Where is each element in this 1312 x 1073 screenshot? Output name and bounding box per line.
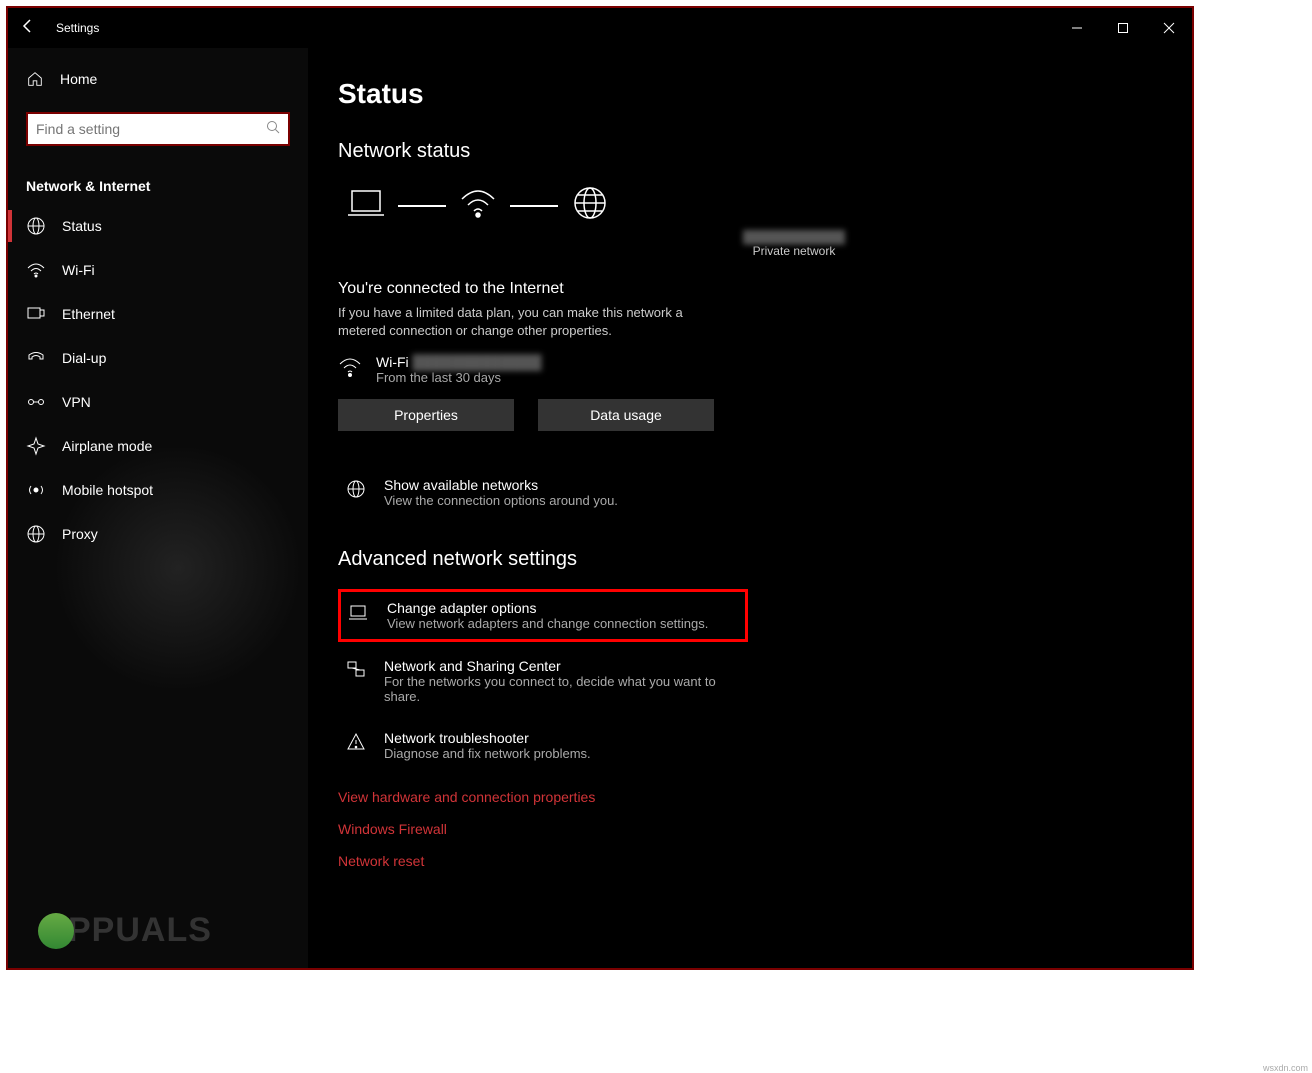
page-title: Status — [338, 78, 1162, 110]
adapter-icon — [349, 600, 371, 627]
connection-sub: From the last 30 days — [376, 370, 542, 385]
close-button[interactable] — [1146, 8, 1192, 48]
sidebar-item-dialup[interactable]: Dial-up — [8, 336, 308, 380]
ethernet-icon — [26, 304, 46, 324]
nav-label: Ethernet — [62, 306, 115, 322]
sidebar-item-wifi[interactable]: Wi-Fi — [8, 248, 308, 292]
main-pane: Status Network status ████████████ Priva… — [308, 48, 1192, 968]
nav-label: Dial-up — [62, 350, 106, 366]
sidebar-item-hotspot[interactable]: Mobile hotspot — [8, 468, 308, 512]
wifi-node-icon — [456, 185, 500, 226]
reset-link[interactable]: Network reset — [338, 853, 1162, 869]
troubleshooter-option[interactable]: Network troubleshooter Diagnose and fix … — [338, 720, 748, 771]
option-sub: View the connection options around you. — [384, 493, 618, 508]
search-box[interactable] — [26, 112, 290, 146]
maximize-button[interactable] — [1100, 8, 1146, 48]
nav-label: Airplane mode — [62, 438, 152, 454]
sidebar-category: Network & Internet — [8, 160, 308, 204]
option-title: Change adapter options — [387, 600, 708, 616]
hotspot-icon — [26, 480, 46, 500]
dialup-icon — [26, 348, 46, 368]
settings-window: Settings Home Network & Internet Sta — [6, 6, 1194, 970]
proxy-icon — [26, 524, 46, 544]
nav-label: Wi-Fi — [62, 262, 95, 278]
search-input[interactable] — [36, 121, 266, 137]
network-diagram — [344, 185, 1162, 226]
option-title: Network troubleshooter — [384, 730, 591, 746]
option-sub: Diagnose and fix network problems. — [384, 746, 591, 761]
change-adapter-option[interactable]: Change adapter options View network adap… — [338, 589, 748, 642]
connection-name: Wi-Fi — [376, 354, 409, 370]
sidebar-item-status[interactable]: Status — [8, 204, 308, 248]
nav-label: VPN — [62, 394, 91, 410]
option-title: Network and Sharing Center — [384, 658, 740, 674]
warning-icon — [346, 730, 368, 757]
globe-icon — [346, 477, 368, 504]
home-label: Home — [60, 71, 97, 87]
hardware-link[interactable]: View hardware and connection properties — [338, 789, 1162, 805]
nav-label: Status — [62, 218, 102, 234]
sidebar-item-airplane[interactable]: Airplane mode — [8, 424, 308, 468]
firewall-link[interactable]: Windows Firewall — [338, 821, 1162, 837]
properties-button[interactable]: Properties — [338, 399, 514, 431]
sharing-center-option[interactable]: Network and Sharing Center For the netwo… — [338, 648, 748, 714]
airplane-icon — [26, 436, 46, 456]
window-controls — [1054, 8, 1192, 48]
titlebar: Settings — [8, 8, 1192, 48]
globe-icon — [568, 185, 612, 226]
nav-label: Proxy — [62, 526, 98, 542]
sidebar-home[interactable]: Home — [8, 60, 308, 98]
connected-text: If you have a limited data plan, you can… — [338, 304, 708, 340]
search-icon — [266, 120, 280, 139]
window-title: Settings — [48, 21, 99, 35]
button-row: Properties Data usage — [338, 399, 1162, 431]
home-icon — [26, 70, 44, 88]
watermark-text: wsxdn.com — [1263, 1063, 1308, 1073]
nav-label: Mobile hotspot — [62, 482, 153, 498]
diagram-caption: ████████████ Private network — [426, 230, 1162, 258]
advanced-heading: Advanced network settings — [338, 548, 1162, 571]
option-sub: View network adapters and change connect… — [387, 616, 708, 631]
sidebar-item-ethernet[interactable]: Ethernet — [8, 292, 308, 336]
option-title: Show available networks — [384, 477, 618, 493]
sidebar-item-proxy[interactable]: Proxy — [8, 512, 308, 556]
sharing-icon — [346, 658, 368, 685]
connected-heading: You're connected to the Internet — [338, 280, 1162, 298]
option-sub: For the networks you connect to, decide … — [384, 674, 740, 704]
connection-row: Wi-Fi █████████████ From the last 30 day… — [338, 354, 1162, 385]
laptop-icon — [344, 185, 388, 226]
back-button[interactable] — [8, 18, 48, 39]
show-networks-option[interactable]: Show available networks View the connect… — [338, 467, 748, 518]
status-icon — [26, 216, 46, 236]
network-status-heading: Network status — [338, 140, 1162, 163]
sidebar-item-vpn[interactable]: VPN — [8, 380, 308, 424]
data-usage-button[interactable]: Data usage — [538, 399, 714, 431]
wifi-icon — [338, 355, 362, 384]
minimize-button[interactable] — [1054, 8, 1100, 48]
watermark-logo: PPUALS — [38, 911, 212, 950]
sidebar: Home Network & Internet Status Wi-Fi Eth… — [8, 48, 308, 968]
wifi-icon — [26, 260, 46, 280]
vpn-icon — [26, 392, 46, 412]
